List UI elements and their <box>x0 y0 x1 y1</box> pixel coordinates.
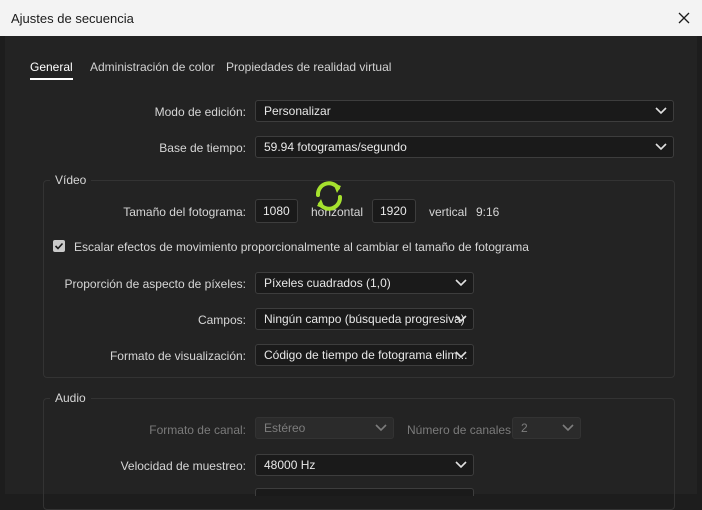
pixel-aspect-value: Píxeles cuadrados (1,0) <box>264 276 391 290</box>
channel-format-label: Formato de canal: <box>149 423 246 437</box>
sample-rate-label: Velocidad de muestreo: <box>120 459 246 473</box>
edit-mode-label: Modo de edición: <box>154 105 246 119</box>
frame-size-label: Tamaño del fotograma: <box>123 205 246 219</box>
chevron-down-icon <box>562 424 574 432</box>
sync-icon[interactable] <box>311 178 347 214</box>
pixel-aspect-select[interactable]: Píxeles cuadrados (1,0) <box>255 272 474 294</box>
close-icon[interactable] <box>666 0 702 36</box>
window-title: Ajustes de secuencia <box>11 11 134 26</box>
channel-count-select: 2 <box>512 417 581 439</box>
channel-count-label: Número de canales: <box>407 423 515 437</box>
chevron-down-icon <box>455 461 467 469</box>
frame-height-input[interactable]: 1920 <box>372 199 416 223</box>
chevron-down-icon <box>655 143 667 151</box>
timebase-select[interactable]: 59.94 fotogramas/segundo <box>255 136 674 158</box>
chevron-down-icon <box>655 107 667 115</box>
scale-effects-label: Escalar efectos de movimiento proporcion… <box>74 240 529 254</box>
title-bar: Ajustes de secuencia <box>0 0 702 36</box>
tab-general[interactable]: General <box>30 60 73 80</box>
timebase-value: 59.94 fotogramas/segundo <box>264 140 407 154</box>
scale-effects-checkbox[interactable] <box>53 240 65 252</box>
channel-format-value: Estéreo <box>264 421 306 435</box>
aspect-ratio-value: 9:16 <box>476 205 500 219</box>
chevron-down-icon <box>455 315 467 323</box>
checkmark-icon <box>54 242 64 250</box>
display-format-select[interactable]: Código de tiempo de fotograma elim... <box>255 344 474 366</box>
pixel-aspect-label: Proporción de aspecto de píxeles: <box>64 277 246 291</box>
edit-mode-value: Personalizar <box>264 104 331 118</box>
video-group-title: Vídeo <box>50 173 92 187</box>
timebase-label: Base de tiempo: <box>159 141 246 155</box>
dialog-body: General Administración de color Propieda… <box>5 36 697 510</box>
channel-count-value: 2 <box>521 421 528 435</box>
tab-vr-properties[interactable]: Propiedades de realidad virtual <box>226 60 391 74</box>
chevron-down-icon <box>375 424 387 432</box>
edit-mode-select[interactable]: Personalizar <box>255 100 674 122</box>
fields-select[interactable]: Ningún campo (búsqueda progresiva) <box>255 308 474 330</box>
sample-rate-select[interactable]: 48000 Hz <box>255 454 474 476</box>
fields-label: Campos: <box>197 313 246 327</box>
frame-width-input[interactable]: 1080 <box>255 199 298 223</box>
display-format-label: Formato de visualización: <box>109 349 246 363</box>
fields-value: Ningún campo (búsqueda progresiva) <box>264 312 465 326</box>
tab-color-management[interactable]: Administración de color <box>90 60 215 74</box>
chevron-down-icon <box>455 351 467 359</box>
display-format-value: Código de tiempo de fotograma elim... <box>264 348 468 362</box>
chevron-down-icon <box>455 279 467 287</box>
channel-format-select: Estéreo <box>255 417 394 439</box>
sample-rate-value: 48000 Hz <box>264 458 316 472</box>
next-select-partial[interactable] <box>255 488 474 496</box>
audio-group-title: Audio <box>50 391 91 405</box>
vertical-label: vertical <box>429 205 468 219</box>
